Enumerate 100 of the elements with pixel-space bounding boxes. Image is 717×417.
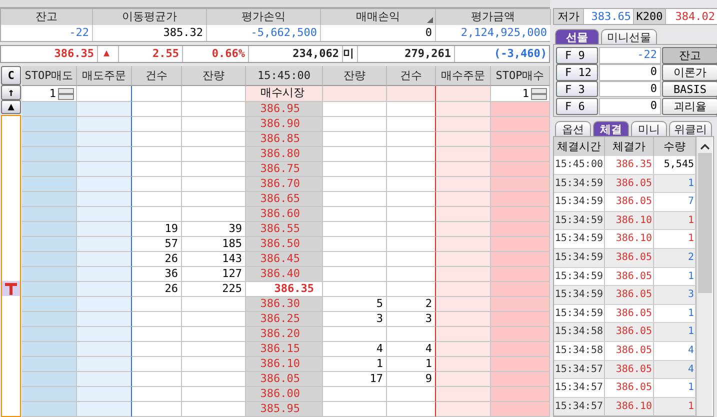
sell-order-cell[interactable] (77, 192, 132, 207)
stop-buy-cell[interactable] (491, 102, 550, 117)
trade-tab[interactable]: 옵션 (555, 121, 591, 136)
buy-order-cell[interactable] (436, 177, 491, 192)
stop-buy-cell[interactable] (491, 252, 550, 267)
stop-buy-cell[interactable] (491, 162, 550, 177)
stop-sell-cell[interactable] (22, 117, 77, 132)
stop-sell-quantity-field[interactable]: 1 (22, 86, 77, 102)
sell-order-cell[interactable] (77, 147, 132, 162)
stop-buy-cell[interactable] (491, 132, 550, 147)
view-button[interactable]: 괴리율 (662, 98, 717, 115)
buy-order-cell[interactable] (436, 147, 491, 162)
stop-sell-cell[interactable] (22, 267, 77, 282)
stop-sell-cell[interactable] (22, 297, 77, 312)
stop-buy-cell[interactable] (491, 312, 550, 327)
buy-order-cell[interactable] (436, 192, 491, 207)
stop-buy-cell[interactable] (491, 327, 550, 342)
stop-buy-cell[interactable] (491, 192, 550, 207)
stop-sell-cell[interactable] (22, 237, 77, 252)
stop-buy-cell[interactable] (491, 297, 550, 312)
view-button[interactable]: 잔고 (662, 47, 717, 64)
stop-buy-cell[interactable] (491, 117, 550, 132)
buy-order-cell[interactable] (436, 372, 491, 387)
contract-button[interactable]: F 6 (556, 98, 598, 115)
sell-order-cell[interactable] (77, 252, 132, 267)
stop-sell-cell[interactable] (22, 402, 77, 417)
clear-button[interactable]: C (1, 66, 21, 85)
buy-order-cell[interactable] (436, 312, 491, 327)
sell-order-cell[interactable] (77, 117, 132, 132)
stop-sell-cell[interactable] (22, 192, 77, 207)
sell-order-cell[interactable] (77, 267, 132, 282)
stop-buy-cell[interactable] (491, 267, 550, 282)
buy-order-cell[interactable] (436, 357, 491, 372)
sell-order-cell[interactable] (77, 402, 132, 417)
contract-button[interactable]: F 9 (556, 47, 598, 64)
buy-order-cell[interactable] (436, 297, 491, 312)
buy-order-cell[interactable] (436, 327, 491, 342)
stop-sell-cell[interactable] (22, 102, 77, 117)
stop-buy-cell[interactable] (491, 387, 550, 402)
futures-tab[interactable]: 미니선물 (601, 29, 657, 44)
trade-tab[interactable]: 미니 (631, 121, 667, 136)
stop-sell-cell[interactable] (22, 387, 77, 402)
buy-order-cell[interactable] (436, 117, 491, 132)
stop-sell-cell[interactable] (22, 207, 77, 222)
sell-order-cell[interactable] (77, 312, 132, 327)
top-button[interactable]: ▲ (1, 100, 21, 114)
buy-order-cell[interactable] (436, 132, 491, 147)
buy-order-cell[interactable] (436, 237, 491, 252)
scroll-up-icon[interactable] (700, 143, 710, 151)
buy-order-cell[interactable] (436, 162, 491, 177)
stop-buy-cell[interactable] (491, 207, 550, 222)
sell-order-cell[interactable] (77, 207, 132, 222)
sell-order-cell[interactable] (77, 86, 132, 102)
buy-order-cell[interactable] (436, 402, 491, 417)
stop-sell-cell[interactable] (22, 282, 77, 297)
scrollbar[interactable] (696, 137, 712, 416)
buy-order-cell[interactable] (436, 86, 491, 102)
stop-sell-cell[interactable] (22, 342, 77, 357)
stop-buy-cell[interactable] (491, 402, 550, 417)
stop-sell-cell[interactable] (22, 147, 77, 162)
stop-sell-cell[interactable] (22, 312, 77, 327)
sell-order-cell[interactable] (77, 387, 132, 402)
sell-order-cell[interactable] (77, 162, 132, 177)
view-button[interactable]: BASIS (662, 81, 717, 97)
stop-buy-cell[interactable] (491, 342, 550, 357)
stop-buy-quantity-field[interactable]: 1 (491, 86, 550, 102)
contract-button[interactable]: F 12 (556, 64, 598, 81)
sell-order-cell[interactable] (77, 297, 132, 312)
spinner-icon[interactable] (58, 88, 74, 100)
stop-sell-cell[interactable] (22, 132, 77, 147)
buy-order-cell[interactable] (436, 252, 491, 267)
sell-order-cell[interactable] (77, 177, 132, 192)
trade-tab[interactable]: 위클리 (669, 121, 712, 136)
sell-order-cell[interactable] (77, 372, 132, 387)
stop-sell-cell[interactable] (22, 372, 77, 387)
spinner-icon[interactable] (531, 88, 547, 100)
sell-order-cell[interactable] (77, 237, 132, 252)
trade-tab[interactable]: 체결 (593, 121, 629, 136)
sell-order-cell[interactable] (77, 222, 132, 237)
buy-order-cell[interactable] (436, 222, 491, 237)
sell-order-cell[interactable] (77, 327, 132, 342)
stop-sell-cell[interactable] (22, 252, 77, 267)
buy-order-cell[interactable] (436, 387, 491, 402)
buy-order-cell[interactable] (436, 102, 491, 117)
stop-buy-cell[interactable] (491, 357, 550, 372)
stop-buy-cell[interactable] (491, 222, 550, 237)
futures-tab[interactable]: 선물 (555, 29, 599, 44)
buy-order-cell[interactable] (436, 282, 491, 297)
sell-order-cell[interactable] (77, 102, 132, 117)
stop-buy-cell[interactable] (491, 147, 550, 162)
stop-buy-cell[interactable] (491, 177, 550, 192)
stop-sell-cell[interactable] (22, 357, 77, 372)
stop-sell-cell[interactable] (22, 222, 77, 237)
stop-sell-cell[interactable] (22, 327, 77, 342)
buy-order-cell[interactable] (436, 342, 491, 357)
market-buy-button[interactable]: 매수시장 (246, 86, 323, 102)
contract-button[interactable]: F 3 (556, 81, 598, 97)
stop-sell-cell[interactable] (22, 177, 77, 192)
buy-order-cell[interactable] (436, 207, 491, 222)
sell-order-cell[interactable] (77, 357, 132, 372)
